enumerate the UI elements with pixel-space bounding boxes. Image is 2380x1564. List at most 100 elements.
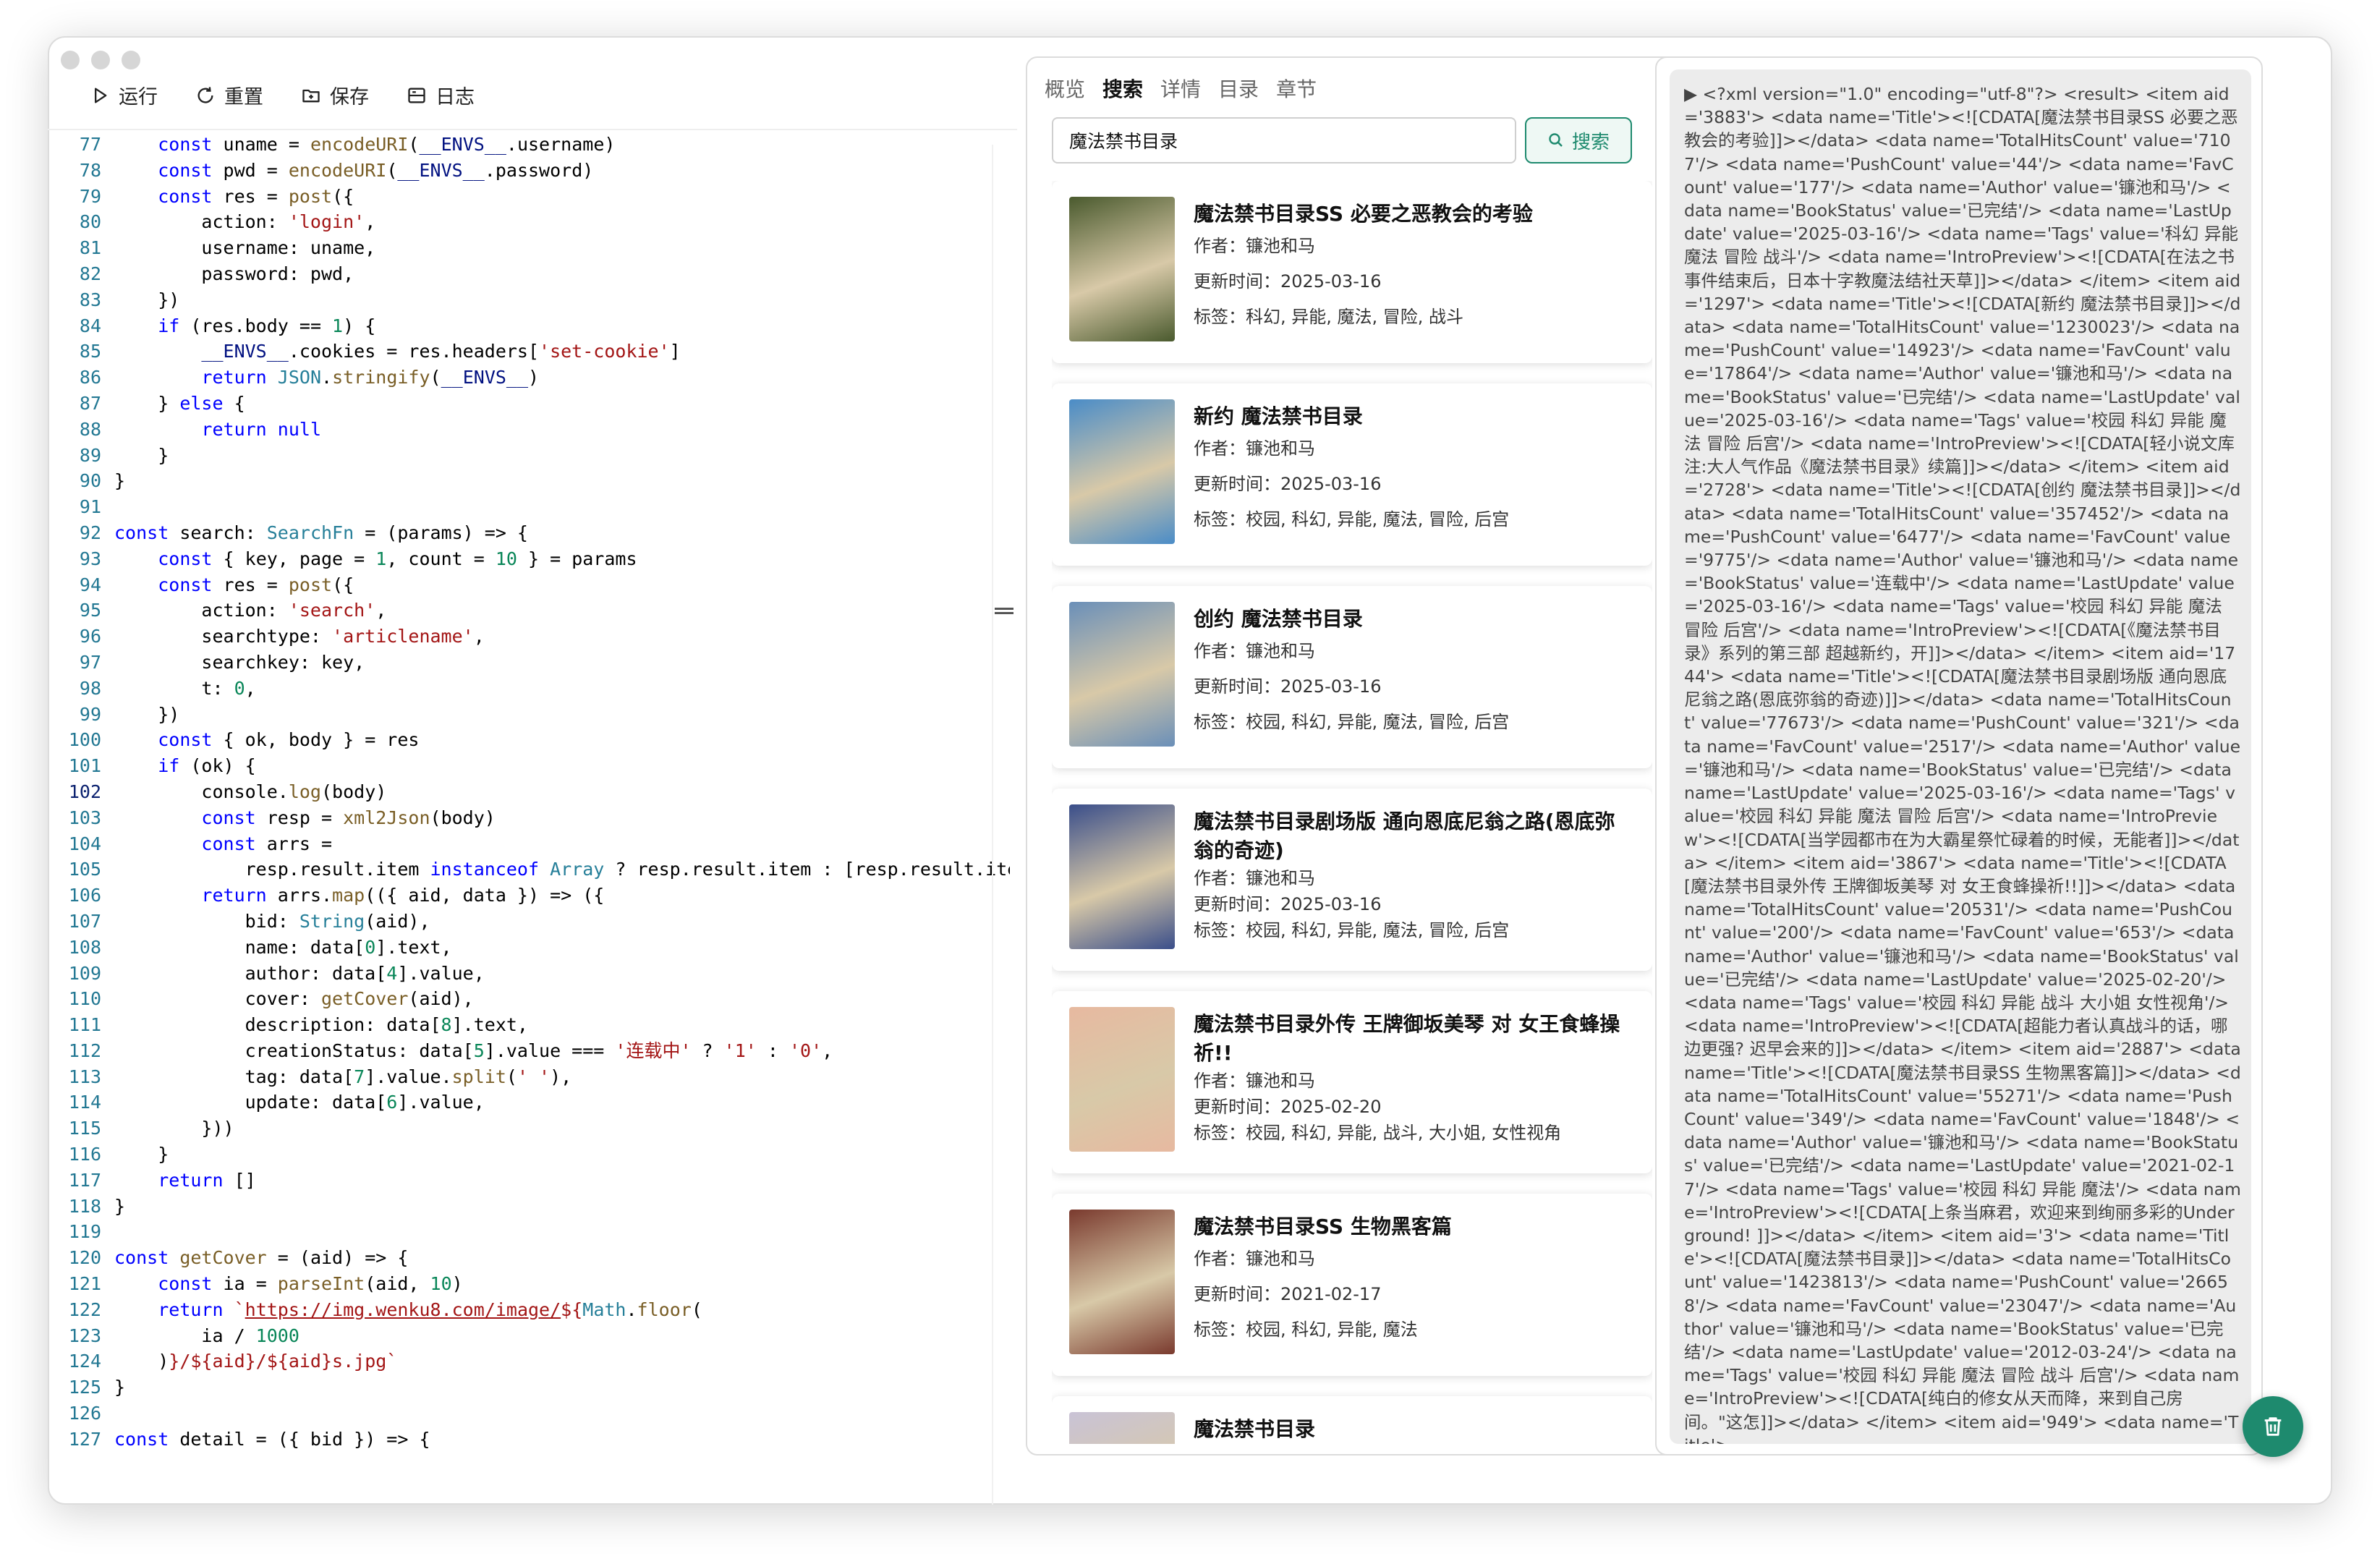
code-line[interactable]: 78 const pwd = encodeURI(__ENVS__.passwo…	[48, 158, 1010, 184]
search-input[interactable]	[1052, 117, 1516, 163]
code-line[interactable]: 77 const uname = encodeURI(__ENVS__.user…	[48, 132, 1010, 158]
line-number: 109	[68, 962, 101, 984]
code-line[interactable]: 115 }))	[48, 1115, 1010, 1142]
save-button[interactable]: 保存	[301, 81, 369, 109]
code-line[interactable]: 116 }	[48, 1142, 1010, 1168]
book-author: 作者：镰池和马	[1194, 868, 1315, 888]
book-info: 新约 魔法禁书目录 作者：镰池和马 更新时间：2025-03-16 标签：校园, 科幻…	[1194, 402, 1635, 537]
book-card[interactable]: 创约 魔法禁书目录 作者：镰池和马 更新时间：2025-03-16 标签：校园, 科幻…	[1052, 586, 1652, 768]
code-text: return []	[158, 1169, 256, 1191]
code-line[interactable]: 79 const res = post({	[48, 184, 1010, 210]
search-bar: 搜索	[1052, 117, 1632, 163]
code-line[interactable]: 108 name: data[0].text,	[48, 935, 1010, 961]
code-line[interactable]: 84 if (res.body == 1) {	[48, 313, 1010, 339]
code-line[interactable]: 110 cover: getCover(aid),	[48, 986, 1010, 1012]
book-updated: 更新时间：2025-03-16	[1194, 894, 1382, 914]
book-card[interactable]: 新约 魔法禁书目录 作者：镰池和马 更新时间：2025-03-16 标签：校园, 科幻…	[1052, 383, 1652, 566]
line-number: 85	[79, 341, 101, 362]
book-cover-image	[1069, 1210, 1175, 1354]
code-line[interactable]: 97 searchkey: key,	[48, 650, 1010, 676]
code-line[interactable]: 121 const ia = parseInt(aid, 10)	[48, 1271, 1010, 1297]
line-number: 83	[79, 289, 101, 310]
book-info: 魔法禁书目录SS 生物黑客篇 作者：镰池和马 更新时间：2021-02-17 标签：校…	[1194, 1212, 1635, 1348]
preview-panel: 概览 搜索 详情 目录 章节 搜索 魔法禁书目录SS 必要之恶教会的考验作者：镰…	[1026, 56, 1680, 1455]
code-line[interactable]: 99 })	[48, 702, 1010, 728]
code-line[interactable]: 118}	[48, 1194, 1010, 1220]
line-number: 94	[79, 574, 101, 595]
code-line[interactable]: 122 return `https://img.wenku8.com/image…	[48, 1297, 1010, 1323]
code-text: username: uname,	[114, 237, 376, 259]
book-tags: 标签：校园, 科幻, 异能, 魔法, 冒险, 后宫	[1194, 509, 1510, 530]
book-info: 创约 魔法禁书目录 作者：镰池和马 更新时间：2025-03-16 标签：校园, 科幻…	[1194, 605, 1635, 740]
book-author: 作者：镰池和马	[1194, 1249, 1315, 1269]
code-line[interactable]: 88 return null	[48, 417, 1010, 443]
code-line[interactable]: 105 resp.result.item instanceof Array ? …	[48, 857, 1010, 883]
code-line[interactable]: 127 const detail = ({ bid }) => {	[48, 1427, 1010, 1453]
line-number: 82	[79, 263, 101, 284]
tab-chapter[interactable]: 章节	[1276, 74, 1317, 103]
code-line[interactable]: 94 const res = post({	[48, 572, 1010, 598]
code-line[interactable]: 82 password: pwd,	[48, 261, 1010, 287]
code-line[interactable]: 117 return []	[48, 1168, 1010, 1194]
code-text: creationStatus: data[5].value === '连载中' …	[114, 1040, 833, 1061]
line-number: 99	[79, 703, 101, 725]
code-line[interactable]: 102 console.log(body)	[48, 779, 1010, 805]
line-number: 106	[68, 885, 101, 906]
search-button[interactable]: 搜索	[1525, 117, 1632, 163]
code-line[interactable]: 90}	[48, 468, 1010, 494]
code-line[interactable]: 103 const resp = xml2Json(body)	[48, 805, 1010, 831]
code-line[interactable]: 87 } else {	[48, 391, 1010, 417]
code-line[interactable]: 85 __ENVS__.cookies = res.headers['set-c…	[48, 339, 1010, 365]
code-line[interactable]: 111 description: data[8].text,	[48, 1012, 1010, 1038]
toolbar-divider	[48, 129, 1017, 130]
code-line[interactable]: 92 const search: SearchFn = (params) => {	[48, 520, 1010, 546]
book-card[interactable]: 魔法禁书目录SS 生物黑客篇 作者：镰池和马 更新时间：2021-02-17 标签：校…	[1052, 1194, 1652, 1376]
code-line[interactable]: 80 action: 'login',	[48, 209, 1010, 235]
tab-catalog[interactable]: 目录	[1218, 74, 1259, 103]
code-line[interactable]: 100 const { ok, body } = res	[48, 727, 1010, 753]
code-text: bid: String(aid),	[114, 910, 430, 932]
log-button[interactable]: 日志	[407, 81, 475, 109]
code-line[interactable]: 113 tag: data[7].value.split(' '),	[48, 1064, 1010, 1090]
tab-overview[interactable]: 概览	[1045, 74, 1085, 103]
code-area[interactable]: 77 const uname = encodeURI(__ENVS__.user…	[48, 132, 1010, 1455]
code-text: const resp = xml2Json(body)	[201, 807, 496, 828]
line-number: 80	[79, 211, 101, 233]
code-line[interactable]: 124 )}/${aid}/${aid}s.jpg`	[48, 1348, 1010, 1374]
code-line[interactable]: 81 username: uname,	[48, 235, 1010, 261]
run-button[interactable]: 运行	[90, 81, 158, 109]
book-card[interactable]: 魔法禁书目录SS 必要之恶教会的考验 作者：镰池和马 更新时间：2025-03-16…	[1052, 181, 1652, 363]
code-line[interactable]: 126	[48, 1401, 1010, 1427]
reset-button[interactable]: 重置	[195, 81, 263, 109]
code-line[interactable]: 104 const arrs =	[48, 831, 1010, 857]
code-line[interactable]: 93 const { key, page = 1, count = 10 } =…	[48, 546, 1010, 572]
code-line[interactable]: 95 action: 'search',	[48, 598, 1010, 624]
tab-search[interactable]: 搜索	[1102, 74, 1143, 103]
code-line[interactable]: 112 creationStatus: data[5].value === '连…	[48, 1038, 1010, 1064]
book-card[interactable]: 魔法禁书目录外传 王牌御坂美琴 对 女王食蜂操祈!! 作者：镰池和马 更新时间：20…	[1052, 991, 1652, 1173]
book-card[interactable]: 魔法禁书目录剧场版 通向恩底尼翁之路(恩底弥翁的奇迹) 作者：镰池和马 更新时间：2…	[1052, 789, 1652, 971]
code-line[interactable]: 86 return JSON.stringify(__ENVS__)	[48, 365, 1010, 391]
code-line[interactable]: 114 update: data[6].value,	[48, 1089, 1010, 1115]
code-line[interactable]: 107 bid: String(aid),	[48, 909, 1010, 935]
code-line[interactable]: 119	[48, 1219, 1010, 1245]
code-line[interactable]: 83 })	[48, 287, 1010, 313]
code-text: return `https://img.wenku8.com/image/${M…	[158, 1299, 702, 1320]
code-line[interactable]: 101 if (ok) {	[48, 753, 1010, 779]
code-line[interactable]: 106 return arrs.map(({ aid, data }) => (…	[48, 883, 1010, 909]
pane-resize-handle[interactable]	[995, 608, 1013, 615]
search-button-label: 搜索	[1571, 131, 1610, 153]
editor-scrollbar-track[interactable]	[992, 145, 993, 1505]
code-line[interactable]: 109 author: data[4].value,	[48, 961, 1010, 987]
code-line[interactable]: 96 searchtype: 'articlename',	[48, 624, 1010, 650]
code-line[interactable]: 89 }	[48, 443, 1010, 469]
code-line[interactable]: 120 const getCover = (aid) => {	[48, 1245, 1010, 1271]
code-line[interactable]: 123 ia / 1000	[48, 1323, 1010, 1349]
book-card[interactable]: 魔法禁书目录	[1052, 1396, 1652, 1444]
code-line[interactable]: 91	[48, 494, 1010, 520]
code-line[interactable]: 98 t: 0,	[48, 676, 1010, 702]
book-title: 魔法禁书目录SS 必要之恶教会的考验	[1194, 202, 1533, 226]
code-line[interactable]: 125}	[48, 1374, 1010, 1401]
clear-log-button[interactable]	[2243, 1396, 2303, 1457]
tab-detail[interactable]: 详情	[1160, 74, 1201, 103]
